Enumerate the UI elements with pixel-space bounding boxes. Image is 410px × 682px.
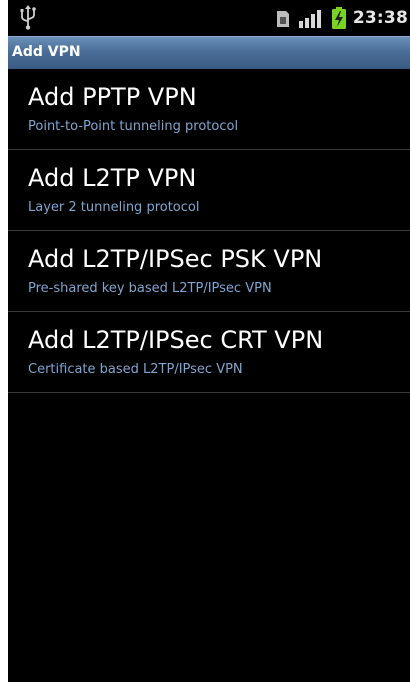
list-item-add-l2tp-ipsec-psk-vpn[interactable]: Add L2TP/IPSec PSK VPN Pre-shared key ba… [8, 231, 410, 312]
list-item-summary: Pre-shared key based L2TP/IPsec VPN [28, 281, 272, 296]
battery-charging-icon [332, 7, 346, 29]
list-item-title: Add L2TP/IPSec PSK VPN [28, 245, 323, 273]
sim-card-icon [277, 11, 289, 27]
list-item-summary: Point-to-Point tunneling protocol [28, 119, 239, 134]
list-item-add-pptp-vpn[interactable]: Add PPTP VPN Point-to-Point tunneling pr… [8, 69, 410, 150]
list-item-title: Add L2TP VPN [28, 164, 197, 192]
status-clock: 23:38 [352, 8, 408, 28]
list-item-add-l2tp-vpn[interactable]: Add L2TP VPN Layer 2 tunneling protocol [8, 150, 410, 231]
usb-icon [20, 5, 36, 30]
status-bar: 23:38 [8, 0, 410, 36]
list-item-summary: Layer 2 tunneling protocol [28, 200, 200, 215]
page-title: Add VPN [12, 44, 81, 60]
list-item-summary: Certificate based L2TP/IPsec VPN [28, 362, 243, 377]
title-bar: Add VPN [8, 36, 410, 69]
list-item-add-l2tp-ipsec-crt-vpn[interactable]: Add L2TP/IPSec CRT VPN Certificate based… [8, 312, 410, 393]
phone-screen: 23:38 Add VPN Add PPTP VPN Point-to-Poin… [8, 0, 410, 682]
vpn-type-list: Add PPTP VPN Point-to-Point tunneling pr… [8, 69, 410, 393]
list-item-title: Add L2TP/IPSec CRT VPN [28, 326, 324, 354]
signal-bars-icon [299, 10, 321, 28]
list-item-title: Add PPTP VPN [28, 83, 197, 111]
